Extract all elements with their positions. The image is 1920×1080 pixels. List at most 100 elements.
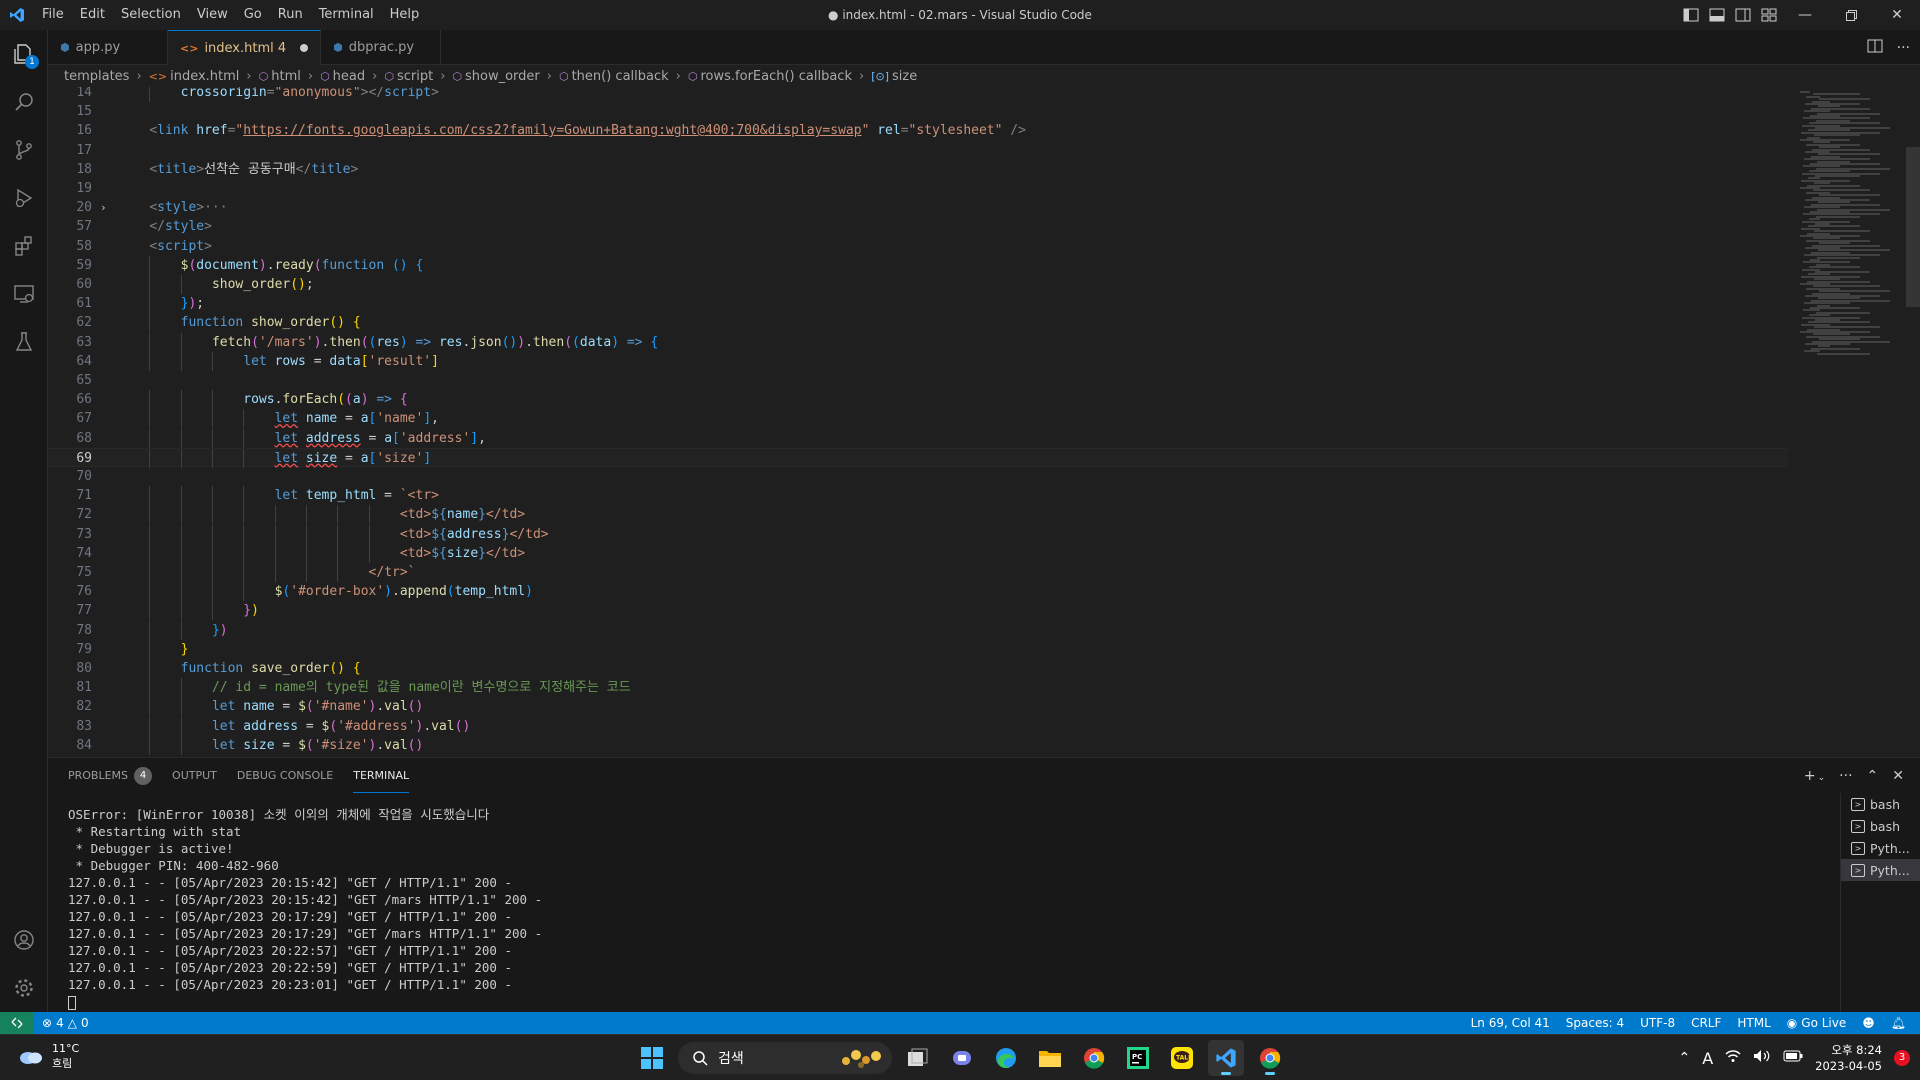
indentation[interactable]: Spaces: 4: [1558, 1016, 1632, 1030]
breadcrumb-item[interactable]: ⬡ html: [259, 69, 301, 84]
panel-tab-problems[interactable]: PROBLEMS 4: [68, 758, 153, 793]
tab-index-html[interactable]: <> index.html 4: [168, 30, 322, 65]
remote-explorer-icon[interactable]: [0, 270, 48, 318]
breadcrumb-item[interactable]: ⬡ then() callback: [559, 69, 669, 84]
ime-indicator[interactable]: A: [1702, 1049, 1713, 1068]
close-panel-icon[interactable]: ✕: [1892, 768, 1904, 784]
menu-edit[interactable]: Edit: [72, 0, 113, 30]
file-explorer-icon[interactable]: [1032, 1040, 1068, 1076]
extensions-icon[interactable]: [0, 222, 48, 270]
code-line[interactable]: 73 <td>${address}</td>: [48, 524, 1788, 544]
code-line[interactable]: 71 let temp_html = `<tr>: [48, 486, 1788, 506]
source-control-icon[interactable]: [0, 126, 48, 174]
close-window-button[interactable]: ✕: [1874, 0, 1920, 30]
breadcrumb-item[interactable]: ⬡ show_order: [452, 69, 539, 84]
breadcrumb-item[interactable]: ⬡ script: [384, 69, 433, 84]
kakaotalk-icon[interactable]: TALK: [1164, 1040, 1200, 1076]
code-line[interactable]: 19: [48, 179, 1788, 198]
account-icon[interactable]: [0, 916, 48, 964]
customize-layout-icon[interactable]: [1756, 0, 1782, 30]
notification-badge[interactable]: 3: [1894, 1050, 1910, 1066]
code-line[interactable]: 72 <td>${name}</td>: [48, 505, 1788, 525]
remote-indicator-icon[interactable]: [0, 1012, 34, 1034]
maximize-panel-icon[interactable]: ⌃: [1867, 768, 1879, 784]
minimap[interactable]: [1792, 87, 1920, 757]
code-line[interactable]: 18 <title>선착순 공동구매</title>: [48, 160, 1788, 179]
panel-tab-debug-console[interactable]: DEBUG CONSOLE: [237, 758, 333, 793]
code-line[interactable]: 81 // id = name의 type된 값을 name이란 변수명으로 지정…: [48, 678, 1788, 698]
breadcrumb-item[interactable]: [⊙] size: [871, 69, 917, 84]
encoding[interactable]: UTF-8: [1632, 1016, 1683, 1030]
chevron-up-icon[interactable]: ⌃: [1678, 1050, 1690, 1066]
explorer-icon[interactable]: 1: [0, 30, 48, 78]
chrome-icon[interactable]: [1076, 1040, 1112, 1076]
more-actions-icon[interactable]: ···: [1897, 40, 1910, 56]
task-view-icon[interactable]: [900, 1040, 936, 1076]
code-line[interactable]: 67 let name = a['name'],: [48, 409, 1788, 429]
code-line[interactable]: 77}): [48, 601, 1788, 621]
pycharm-icon[interactable]: PC: [1120, 1040, 1156, 1076]
terminal-instance[interactable]: > Pyth...: [1841, 859, 1920, 881]
menu-go[interactable]: Go: [236, 0, 270, 30]
menu-terminal[interactable]: Terminal: [311, 0, 382, 30]
unsaved-dot-icon[interactable]: [300, 44, 309, 52]
vscode-icon[interactable]: [1208, 1040, 1244, 1076]
code-line[interactable]: 14 crossorigin="anonymous"></script>: [48, 87, 1788, 102]
code-line[interactable]: 17: [48, 141, 1788, 160]
terminal-instance[interactable]: > bash: [1841, 793, 1920, 815]
system-clock[interactable]: 오후 8:24 2023-04-05: [1815, 1042, 1882, 1074]
line-endings[interactable]: CRLF: [1683, 1016, 1729, 1030]
code-line[interactable]: 83 let address = $('#address').val(): [48, 716, 1788, 736]
teams-chat-icon[interactable]: [944, 1040, 980, 1076]
breadcrumb-item[interactable]: ⬡ head: [320, 69, 365, 84]
minimize-button[interactable]: —: [1782, 0, 1828, 30]
menu-view[interactable]: View: [189, 0, 236, 30]
code-line[interactable]: 63 fetch('/mars').then((res) => res.json(…: [48, 332, 1788, 352]
panel-tab-terminal[interactable]: TERMINAL: [353, 758, 410, 793]
code-line[interactable]: 79}: [48, 639, 1788, 659]
code-editor[interactable]: 14 crossorigin="anonymous"></script> 15 16 <…: [48, 87, 1920, 757]
code-line[interactable]: 84 let size = $('#size').val(): [48, 735, 1788, 755]
search-icon[interactable]: [0, 78, 48, 126]
problems-status[interactable]: ⊗ 4 △ 0: [34, 1016, 97, 1030]
code-line[interactable]: 58 <script>: [48, 237, 1788, 256]
settings-gear-icon[interactable]: [0, 964, 48, 1012]
code-line[interactable]: 59 $(document).ready(function () {: [48, 255, 1788, 275]
breadcrumb-item[interactable]: templates: [64, 69, 129, 84]
tab-dbprac-py[interactable]: ⬢ dbprac.py: [321, 30, 442, 65]
code-line[interactable]: 61});: [48, 294, 1788, 314]
split-editor-icon[interactable]: [1867, 39, 1883, 57]
taskbar-search-box[interactable]: 검색: [678, 1042, 892, 1074]
code-line[interactable]: 76 $('#order-box').append(temp_html): [48, 582, 1788, 602]
notifications-bell-icon[interactable]: 🔔︎: [1883, 1016, 1914, 1030]
code-line[interactable]: 78}): [48, 620, 1788, 640]
new-terminal-icon[interactable]: + ⌄: [1804, 768, 1825, 784]
terminal-output[interactable]: OSError: [WinError 10038] 소켓 이외의 개체에 작업을…: [68, 806, 1868, 1010]
menu-run[interactable]: Run: [270, 0, 311, 30]
panel-tab-output[interactable]: OUTPUT: [172, 758, 217, 793]
code-line[interactable]: 75 </tr>`: [48, 563, 1788, 582]
code-line[interactable]: 82 let name = $('#name').val(): [48, 697, 1788, 717]
code-line[interactable]: 60 show_order();: [48, 275, 1788, 294]
language-mode[interactable]: HTML: [1729, 1016, 1778, 1030]
code-line[interactable]: 20 › <style>···: [48, 198, 1788, 217]
chrome-icon[interactable]: [1252, 1040, 1288, 1076]
cursor-position[interactable]: Ln 69, Col 41: [1463, 1016, 1558, 1030]
code-line[interactable]: 62 function show_order() {: [48, 313, 1788, 333]
restore-button[interactable]: [1828, 0, 1874, 30]
code-line[interactable]: 70: [48, 467, 1788, 486]
go-live-button[interactable]: ◉ Go Live: [1779, 1016, 1854, 1030]
code-line[interactable]: 74 <td>${size}</td>: [48, 543, 1788, 563]
edge-icon[interactable]: [988, 1040, 1024, 1076]
breadcrumb-item[interactable]: <> index.html: [149, 69, 240, 84]
code-line[interactable]: 65: [48, 371, 1788, 390]
code-line[interactable]: 15: [48, 102, 1788, 121]
code-line[interactable]: 66 rows.forEach((a) => {: [48, 390, 1788, 410]
editor-scrollbar[interactable]: [1906, 147, 1920, 307]
code-line[interactable]: 64 let rows = data['result']: [48, 351, 1788, 371]
weather-widget[interactable]: 11°C 흐림: [18, 1041, 79, 1071]
toggle-secondary-sidebar-icon[interactable]: [1730, 0, 1756, 30]
code-line[interactable]: 57 </style>: [48, 217, 1788, 236]
panel-more-icon[interactable]: ···: [1839, 768, 1852, 784]
tab-app-py[interactable]: ⬢ app.py: [48, 30, 168, 65]
